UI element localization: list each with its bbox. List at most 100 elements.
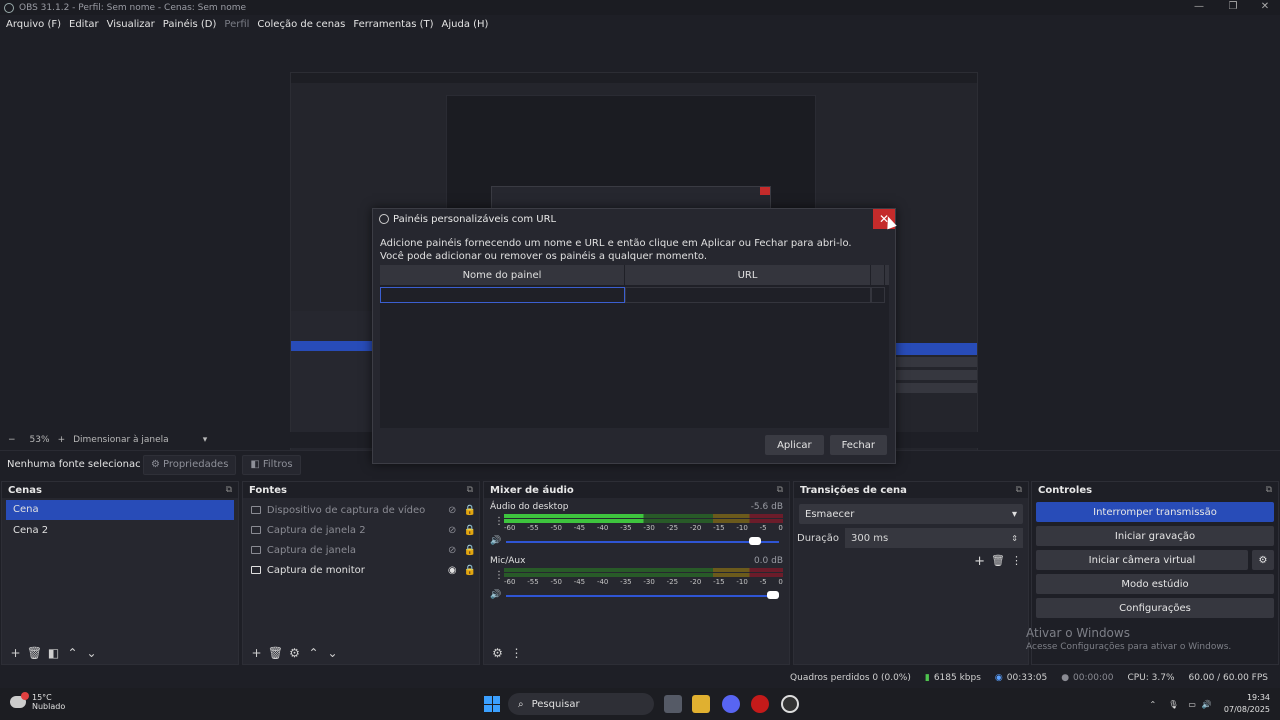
microphone-icon[interactable]: 🎙: [1168, 700, 1178, 709]
undock-icon[interactable]: ⧉: [1016, 485, 1022, 495]
scale-mode-select[interactable]: Dimensionar à janela: [73, 435, 169, 445]
scale-tick: -15: [713, 524, 725, 532]
delete-source-icon[interactable]: 🗑: [266, 646, 285, 660]
eye-icon[interactable]: ◉: [443, 565, 461, 576]
menu-item[interactable]: Painéis (D): [159, 19, 221, 30]
scale-tick: -35: [620, 524, 632, 532]
move-down-icon[interactable]: ⌄: [323, 646, 342, 660]
add-source-icon[interactable]: +: [247, 646, 266, 660]
hidden-eye-icon[interactable]: ⊘: [443, 525, 461, 536]
menu-item[interactable]: Editar: [65, 19, 103, 30]
speaker-icon[interactable]: 🔊: [490, 590, 501, 600]
speaker-icon[interactable]: 🔊: [490, 536, 501, 546]
move-up-icon[interactable]: ⌃: [304, 646, 323, 660]
file-explorer-icon[interactable]: [692, 695, 710, 713]
clock-time: 19:34: [1246, 693, 1270, 702]
source-properties-icon[interactable]: ⚙: [285, 646, 304, 660]
scene-item[interactable]: Cena: [6, 500, 234, 520]
duration-label: Duração: [797, 532, 840, 544]
network-icon[interactable]: ▭: [1188, 700, 1196, 709]
slider-track[interactable]: [506, 595, 779, 597]
scene-filters-icon[interactable]: ◧: [44, 646, 63, 660]
cloud-icon: [10, 692, 29, 708]
delete-scene-icon[interactable]: 🗑: [25, 646, 44, 660]
menu-item[interactable]: Ferramentas (T): [349, 19, 437, 30]
nested-close-icon: [760, 187, 770, 195]
menu-item[interactable]: Visualizar: [103, 19, 159, 30]
record-icon: ●: [1061, 673, 1070, 683]
dock-url-input[interactable]: [625, 287, 871, 303]
source-item[interactable]: Dispositivo de captura de vídeo ⊘ 🔒: [243, 500, 479, 520]
mixer-channel: Mic/Aux 0.0 dB ⋮ -60 -55 -50 -45 -40 -35 -30 -25…: [484, 556, 789, 602]
opera-icon[interactable]: [751, 695, 769, 713]
minimize-icon[interactable]: —: [1182, 0, 1216, 15]
close-button[interactable]: Fechar: [829, 435, 887, 455]
dock-name-input[interactable]: [380, 287, 625, 303]
dialog-description: Adicione painéis fornecendo um nome e UR…: [380, 238, 852, 262]
stop-streaming-button[interactable]: Interromper transmissão: [1036, 502, 1274, 522]
menu-item[interactable]: Coleção de cenas: [253, 19, 349, 30]
lock-icon[interactable]: 🔒: [461, 525, 479, 536]
zoom-in-button[interactable]: +: [58, 435, 66, 445]
start-recording-button[interactable]: Iniciar gravação: [1036, 526, 1274, 546]
hidden-eye-icon[interactable]: ⊘: [443, 545, 461, 556]
filters-button[interactable]: ◧ Filtros: [242, 454, 301, 475]
add-transition-icon[interactable]: +: [974, 554, 985, 569]
lock-icon[interactable]: 🔒: [461, 505, 479, 516]
sources-dock: Fontes ⧉ Dispositivo de captura de vídeo ⊘…: [242, 481, 480, 665]
delete-transition-icon[interactable]: 🗑: [991, 554, 1005, 569]
undock-icon[interactable]: ⧉: [226, 485, 232, 495]
move-down-icon[interactable]: ⌄: [82, 646, 101, 660]
chevron-down-icon[interactable]: ▾: [203, 435, 208, 445]
slider-handle[interactable]: [767, 591, 779, 599]
source-item[interactable]: Captura de janela ⊘ 🔒: [243, 540, 479, 560]
slider-track[interactable]: [506, 541, 779, 543]
apply-button[interactable]: Aplicar: [765, 435, 824, 455]
weather-widget[interactable]: 15°C Nublado: [10, 692, 65, 711]
volume-slider[interactable]: 🔊: [490, 536, 783, 548]
volume-slider[interactable]: 🔊: [490, 590, 783, 602]
obs-taskbar-icon[interactable]: [781, 695, 799, 713]
spin-arrows-icon[interactable]: ⇕: [1011, 534, 1018, 543]
transition-menu-icon[interactable]: ⋮: [1011, 554, 1022, 569]
studio-mode-button[interactable]: Modo estúdio: [1036, 574, 1274, 594]
close-window-icon[interactable]: ✕: [1248, 0, 1280, 15]
task-view-icon[interactable]: [664, 695, 682, 713]
channel-menu-icon[interactable]: ⋮: [494, 516, 504, 527]
properties-button[interactable]: ⚙ Propriedades: [143, 454, 237, 475]
move-up-icon[interactable]: ⌃: [63, 646, 82, 660]
discord-icon[interactable]: [722, 695, 740, 713]
volume-icon[interactable]: 🔊: [1202, 700, 1212, 709]
taskbar-search[interactable]: ⌕ Pesquisar: [508, 693, 654, 715]
menu-item[interactable]: Perfil: [220, 19, 253, 30]
duration-spinbox[interactable]: 300 ms ⇕: [845, 528, 1023, 548]
lock-icon[interactable]: 🔒: [461, 565, 479, 576]
chevron-up-icon[interactable]: ⌃: [1150, 700, 1157, 709]
undock-icon[interactable]: ⧉: [1266, 485, 1272, 495]
menu-item[interactable]: Arquivo (F): [2, 19, 65, 30]
source-item[interactable]: Captura de monitor ◉ 🔒: [243, 560, 479, 580]
undock-icon[interactable]: ⧉: [777, 485, 783, 495]
windows-start-icon[interactable]: [484, 696, 500, 712]
start-virtual-camera-button[interactable]: Iniciar câmera virtual: [1036, 550, 1248, 570]
advanced-audio-icon[interactable]: ⚙: [488, 646, 507, 660]
menu-item[interactable]: Ajuda (H): [438, 19, 493, 30]
mixer-menu-icon[interactable]: ⋮: [507, 646, 526, 660]
hidden-eye-icon[interactable]: ⊘: [443, 505, 461, 516]
source-item[interactable]: Captura de janela 2 ⊘ 🔒: [243, 520, 479, 540]
transition-select[interactable]: Esmaecer ▾: [799, 504, 1023, 524]
nested-control-button: [891, 383, 977, 393]
taskbar: 15°C Nublado ⌕ Pesquisar ⌃ 🎙 ▭ 🔊 19:34 07/0…: [0, 688, 1280, 720]
clock[interactable]: 19:34 07/08/2025: [1224, 692, 1270, 716]
scene-item[interactable]: Cena 2: [6, 521, 234, 541]
filters-label: Filtros: [262, 459, 293, 470]
channel-menu-icon[interactable]: ⋮: [494, 570, 504, 581]
undock-icon[interactable]: ⧉: [467, 485, 473, 495]
slider-handle[interactable]: [748, 537, 761, 545]
virtual-camera-settings-gear-icon[interactable]: ⚙: [1252, 550, 1274, 570]
zoom-out-button[interactable]: −: [8, 435, 16, 445]
lock-icon[interactable]: 🔒: [461, 545, 479, 556]
add-scene-icon[interactable]: +: [6, 646, 25, 660]
maximize-icon[interactable]: ❐: [1216, 0, 1250, 15]
settings-button[interactable]: Configurações: [1036, 598, 1274, 618]
